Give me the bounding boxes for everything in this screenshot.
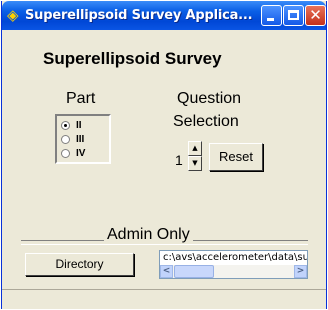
horizontal-scrollbar[interactable]: < > [160, 265, 307, 278]
minimize-icon [267, 18, 274, 21]
part-radio-group: II III IV [55, 114, 111, 164]
question-label-line2: Selection [173, 113, 239, 130]
spin-down-button[interactable]: ▼ [188, 156, 202, 171]
directory-button[interactable]: Directory [25, 253, 134, 276]
part-label: Part [66, 90, 96, 107]
radio-button[interactable] [61, 135, 70, 144]
question-spinner: ▲ ▼ [188, 141, 202, 171]
scroll-left-icon[interactable]: < [160, 265, 173, 278]
part-option-label: IV [76, 148, 86, 159]
diamond-app-icon: ◈ [7, 6, 19, 24]
status-bar [2, 289, 326, 309]
close-icon: ✕ [309, 6, 322, 24]
part-option-ii[interactable]: II [61, 119, 82, 132]
admin-only-label: Admin Only [104, 226, 193, 244]
title-bar[interactable]: ◈ Superellipsoid Survey Applica... ✕ [2, 1, 326, 30]
minimize-button[interactable] [261, 5, 282, 26]
directory-path-field[interactable]: c:\avs\accelerometer\data\su < > [159, 250, 308, 279]
part-option-iii[interactable]: III [61, 133, 84, 146]
directory-path-text: c:\avs\accelerometer\data\su [163, 252, 308, 263]
window-title: Superellipsoid Survey Applica... [25, 8, 253, 23]
spin-up-button[interactable]: ▲ [188, 141, 202, 156]
scrollbar-thumb[interactable] [174, 265, 214, 278]
radio-button[interactable] [61, 149, 70, 158]
reset-button[interactable]: Reset [209, 143, 263, 171]
part-option-iv[interactable]: IV [61, 147, 85, 160]
question-number-value: 1 [175, 152, 183, 168]
question-label-line1: Question [177, 90, 242, 107]
part-option-label: II [76, 120, 82, 131]
app-heading: Superellipsoid Survey [43, 49, 222, 68]
scroll-right-icon[interactable]: > [294, 265, 307, 278]
radio-button-checked[interactable] [61, 121, 70, 130]
app-window: ◈ Superellipsoid Survey Applica... ✕ Sup… [1, 1, 327, 309]
maximize-icon [288, 10, 299, 20]
part-option-label: III [76, 134, 85, 145]
close-button[interactable]: ✕ [305, 5, 326, 26]
maximize-button[interactable] [283, 5, 304, 26]
